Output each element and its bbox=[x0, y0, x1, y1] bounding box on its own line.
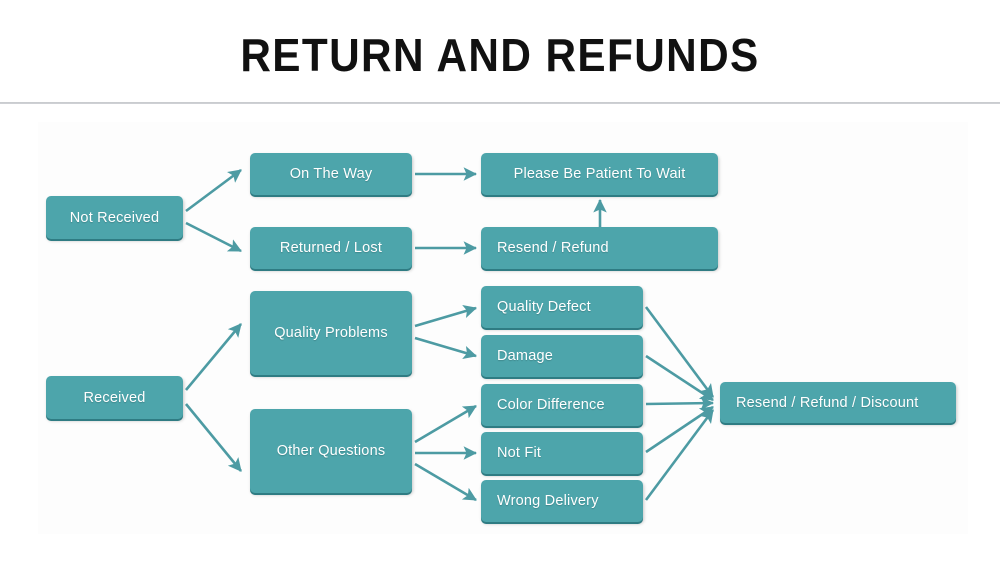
edge-not-fit-final bbox=[645, 405, 714, 454]
node-color-difference[interactable]: Color Difference bbox=[481, 384, 643, 426]
node-label: Wrong Delivery bbox=[497, 493, 599, 509]
node-quality-problems[interactable]: Quality Problems bbox=[250, 291, 412, 375]
connector-layer bbox=[184, 167, 715, 502]
edge-quality-problems-damage bbox=[414, 336, 478, 359]
node-label: Not Fit bbox=[497, 445, 542, 461]
slide-canvas: RETURN AND REFUNDS Not Received On The W… bbox=[0, 0, 1000, 562]
node-label: On The Way bbox=[289, 166, 373, 182]
node-other-questions[interactable]: Other Questions bbox=[250, 409, 412, 493]
node-label: Color Difference bbox=[497, 397, 605, 413]
edge-received-other-questions bbox=[184, 403, 243, 472]
edge-received-quality-problems bbox=[185, 323, 242, 391]
node-label: Other Questions bbox=[276, 443, 386, 459]
node-returned-lost[interactable]: Returned / Lost bbox=[250, 227, 412, 269]
node-label: Received bbox=[83, 389, 146, 406]
node-label: Not Received bbox=[69, 209, 160, 226]
node-label: Quality Defect bbox=[497, 299, 591, 315]
edge-other-questions-wrong-delivery bbox=[414, 462, 477, 502]
node-please-be-patient-to-wait[interactable]: Please Be Patient To Wait bbox=[481, 153, 718, 195]
node-resend-refund[interactable]: Resend / Refund bbox=[481, 227, 718, 269]
edge-damage-final bbox=[645, 354, 714, 402]
node-wrong-delivery[interactable]: Wrong Delivery bbox=[481, 480, 643, 522]
edge-quality-problems-quality-defect bbox=[414, 305, 478, 328]
node-label: Returned / Lost bbox=[279, 240, 383, 256]
node-not-received[interactable]: Not Received bbox=[46, 196, 183, 239]
edge-not-received-on-the-way bbox=[185, 168, 242, 213]
edge-not-received-returned-lost bbox=[185, 221, 242, 253]
node-label: Please Be Patient To Wait bbox=[513, 166, 686, 182]
node-on-the-way[interactable]: On The Way bbox=[250, 153, 412, 195]
edge-wrong-delivery-final bbox=[644, 409, 715, 501]
edge-quality-defect-final bbox=[644, 306, 715, 398]
node-label: Resend / Refund / Discount bbox=[736, 394, 919, 411]
node-damage[interactable]: Damage bbox=[481, 335, 643, 377]
node-received[interactable]: Received bbox=[46, 376, 183, 419]
node-quality-defect[interactable]: Quality Defect bbox=[481, 286, 643, 328]
node-not-fit[interactable]: Not Fit bbox=[481, 432, 643, 474]
edge-color-difference-final bbox=[645, 396, 715, 410]
node-label: Damage bbox=[497, 348, 554, 364]
node-label: Quality Problems bbox=[274, 325, 388, 341]
node-label: Resend / Refund bbox=[497, 240, 609, 256]
node-resend-refund-discount[interactable]: Resend / Refund / Discount bbox=[720, 382, 956, 423]
edge-other-questions-color-difference bbox=[414, 404, 477, 444]
